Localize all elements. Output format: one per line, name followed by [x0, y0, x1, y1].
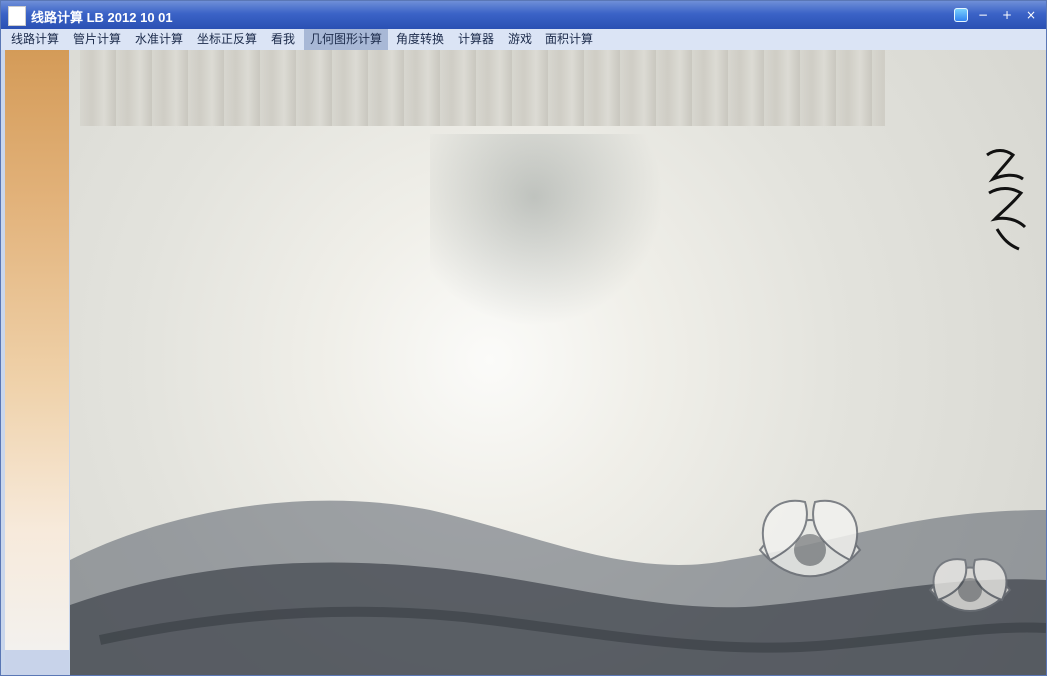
app-window: 线路计算 LB 2012 10 01 − + × 线路计算 管片计算 水准计算 …: [0, 0, 1047, 676]
menu-item-area-calc[interactable]: 面积计算: [539, 29, 599, 50]
minimize-icon: −: [977, 8, 989, 22]
title-bar[interactable]: 线路计算 LB 2012 10 01 − + ×: [1, 1, 1046, 29]
menu-item-geometry-calc[interactable]: 几何图形计算: [304, 29, 389, 50]
left-decor-panel: [5, 50, 69, 650]
menu-item-line-calc[interactable]: 线路计算: [5, 29, 65, 50]
top-noise-strip: [80, 50, 885, 126]
close-button[interactable]: ×: [1022, 7, 1040, 23]
window-controls: − + ×: [954, 7, 1040, 23]
ink-calligraphy-area: [430, 134, 690, 344]
menu-item-calculator[interactable]: 计算器: [452, 29, 500, 50]
menu-item-segment-calc[interactable]: 管片计算: [67, 29, 127, 50]
lotus-flower-left: [758, 499, 862, 578]
content-area: [1, 50, 1046, 675]
background-artwork: [70, 50, 1046, 675]
minimize-button[interactable]: −: [974, 7, 992, 23]
menu-item-level-calc[interactable]: 水准计算: [129, 29, 189, 50]
maximize-icon: +: [1001, 8, 1013, 22]
calligraphy-seal: [986, 149, 1027, 251]
left-panel-footer: [5, 650, 69, 675]
menu-item-angle-convert[interactable]: 角度转换: [390, 29, 450, 50]
close-icon: ×: [1025, 8, 1037, 22]
menu-bar: 线路计算 管片计算 水准计算 坐标正反算 看我 几何图形计算 角度转换 计算器 …: [1, 29, 1046, 51]
pin-icon[interactable]: [954, 8, 968, 22]
app-icon: [8, 6, 26, 26]
menu-item-look-me[interactable]: 看我: [265, 29, 301, 50]
menu-item-coordinate-calc[interactable]: 坐标正反算: [191, 29, 263, 50]
ink-brush-strokes: [70, 499, 1046, 675]
menu-item-games[interactable]: 游戏: [502, 29, 538, 50]
window-title: 线路计算 LB 2012 10 01: [31, 10, 173, 25]
maximize-button[interactable]: +: [998, 7, 1016, 23]
